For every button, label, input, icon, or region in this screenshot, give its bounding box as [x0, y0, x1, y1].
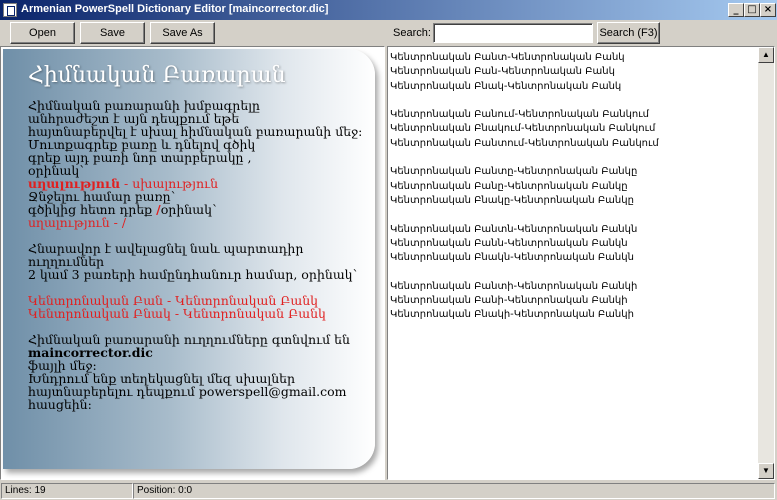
editor-line[interactable]: Կենտրոնական Բանտի-Կենտրոնական Բանկի	[390, 280, 758, 294]
info-line-text: սղալություն - /	[28, 215, 127, 230]
info-line-text: Կենտրոնական Բնակ - Կենտրոնական Բանկ	[28, 306, 326, 321]
save-button[interactable]: Save	[80, 22, 145, 44]
info-line-text: հասցեին:	[28, 397, 92, 412]
editor-line[interactable]: Կենտրոնական Բնակը-Կենտրոնական Բանկը	[390, 194, 758, 208]
info-content: Հիմնական Բառարան Հիմնական բառարանի խմբագ…	[28, 63, 368, 411]
info-line: հասցեին:	[28, 398, 368, 411]
editor-line[interactable]: Կենտրոնական Բնակում-Կենտրոնական Բանկում	[390, 122, 758, 136]
maximize-button[interactable]: □	[744, 3, 760, 17]
info-panel: Հիմնական Բառարան Հիմնական բառարանի խմբագ…	[0, 46, 385, 480]
save-as-button[interactable]: Save As	[150, 22, 215, 44]
info-line-part: օրինակ`	[160, 202, 219, 217]
info-card: Հիմնական Բառարան Հիմնական բառարանի խմբագ…	[3, 49, 375, 469]
editor-line[interactable]: Կենտրոնական Բնակի-Կենտրոնական Բանկի	[390, 308, 758, 322]
status-position: Position: 0:0	[133, 483, 775, 499]
editor-line[interactable]: Կենտրոնական Բանն-Կենտրոնական Բանկն	[390, 237, 758, 251]
editor-line[interactable]: Կենտրոնական Բանտն-Կենտրոնական Բանկն	[390, 223, 758, 237]
editor-line[interactable]: Կենտրոնական Բանտում-Կենտրոնական Բանկում	[390, 137, 758, 151]
editor-line[interactable]: Կենտրոնական Բնակ-Կենտրոնական Բանկ	[390, 80, 758, 94]
editor-line[interactable]: Կենտրոնական Բանտը-Կենտրոնական Բանկը	[390, 165, 758, 179]
app-icon	[3, 3, 17, 17]
editor-line[interactable]	[390, 208, 758, 222]
info-line: 2 կամ 3 բառերի համընդհանուր համար, օրինա…	[28, 268, 368, 281]
open-button[interactable]: Open	[10, 22, 75, 44]
editor-text[interactable]: Կենտրոնական Բանտ-Կենտրոնական Բանկ Կենտրոն…	[390, 51, 758, 323]
search-button[interactable]: Search (F3)	[597, 22, 660, 44]
editor-line[interactable]: Կենտրոնական Բանը-Կենտրոնական Բանկը	[390, 180, 758, 194]
info-line: սղալություն - /	[28, 216, 368, 229]
info-title: Հիմնական Բառարան	[28, 63, 286, 88]
search-input[interactable]	[433, 23, 593, 43]
minimize-button[interactable]: _	[728, 3, 744, 17]
info-line-text: Հնարավոր է ավելացնել նաև պարտադիր ուղղու…	[28, 241, 304, 269]
editor-line[interactable]: Կենտրոնական Բանտ-Կենտրոնական Բանկ	[390, 51, 758, 65]
status-bar: Lines: 19 Position: 0:0	[0, 482, 777, 500]
title-bar: Armenian PowerSpell Dictionary Editor [m…	[0, 0, 777, 20]
vertical-scrollbar[interactable]: ▲ ▼	[758, 47, 774, 479]
scroll-down-button[interactable]: ▼	[758, 463, 774, 479]
editor-line[interactable]: Կենտրոնական Բնակն-Կենտրոնական Բանկն	[390, 251, 758, 265]
status-lines: Lines: 19	[1, 483, 133, 499]
info-line: Կենտրոնական Բնակ - Կենտրոնական Բանկ	[28, 307, 368, 320]
editor-line[interactable]	[390, 265, 758, 279]
search-label: Search:	[393, 27, 431, 39]
scroll-up-button[interactable]: ▲	[758, 47, 774, 63]
editor-line[interactable]	[390, 151, 758, 165]
editor-line[interactable]: Կենտրոնական Բանի-Կենտրոնական Բանկի	[390, 294, 758, 308]
editor-line[interactable]: Կենտրոնական Բան-Կենտրոնական Բանկ	[390, 65, 758, 79]
info-line: Հնարավոր է ավելացնել նաև պարտադիր ուղղու…	[28, 242, 368, 268]
editor-line[interactable]	[390, 94, 758, 108]
editor-line[interactable]: Կենտրոնական Բանում-Կենտրոնական Բանկում	[390, 108, 758, 122]
dictionary-editor[interactable]: Կենտրոնական Բանտ-Կենտրոնական Բանկ Կենտրոն…	[387, 46, 775, 480]
window-title: Armenian PowerSpell Dictionary Editor [m…	[21, 3, 329, 15]
info-line-text: 2 կամ 3 բառերի համընդհանուր համար, օրինա…	[28, 267, 359, 282]
close-button[interactable]: ×	[760, 3, 776, 17]
info-text: Հիմնական բառարանի խմբագրելը անհրաժեշտ է ա…	[28, 99, 368, 411]
